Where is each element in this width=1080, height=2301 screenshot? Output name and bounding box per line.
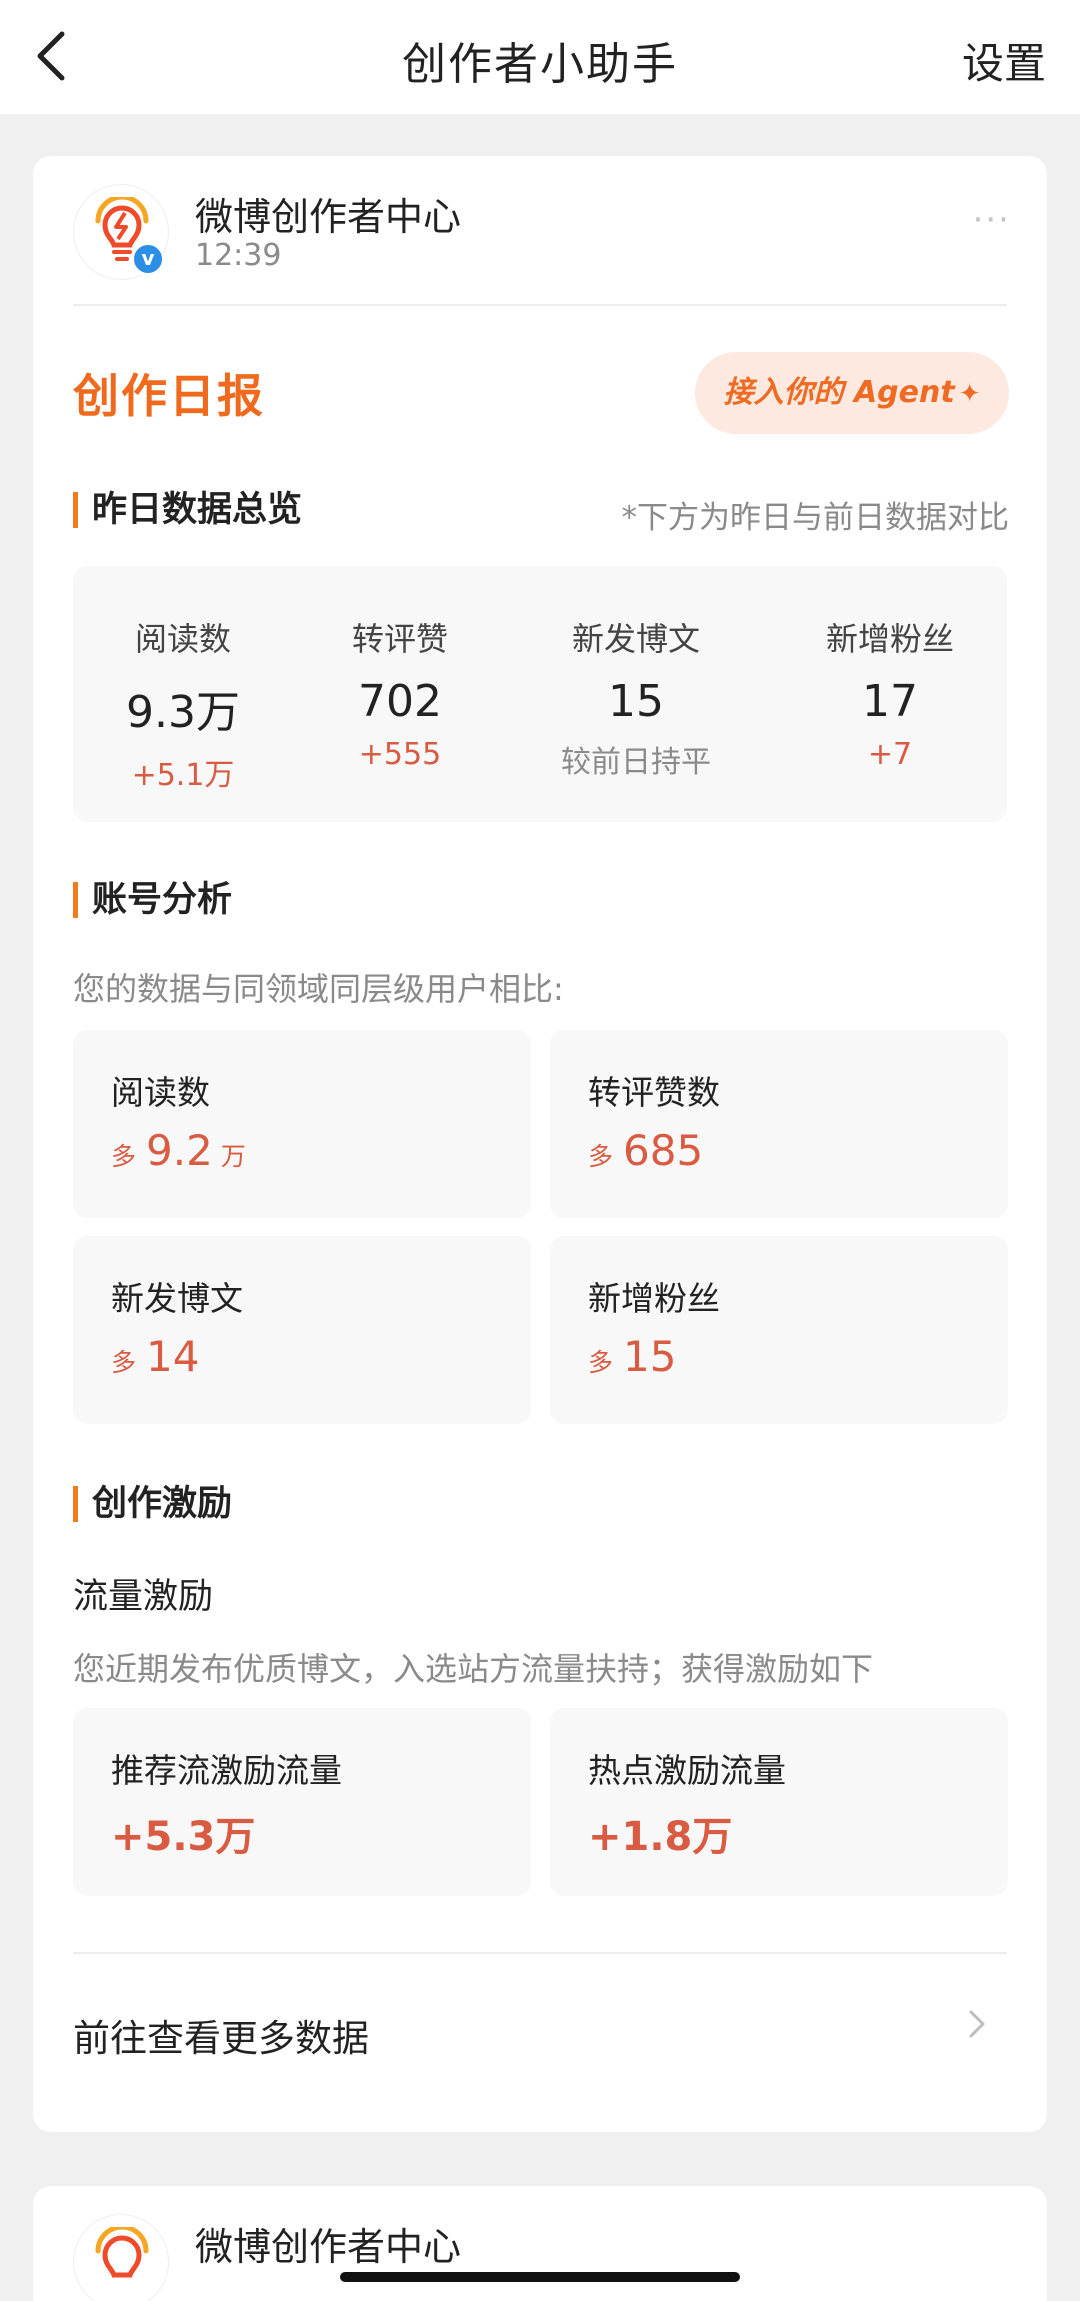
daily-report-card: v 微博创作者中心 12:39 ··· 创作日报 接入你的 Agent ✦ 昨日数… xyxy=(33,156,1047,2132)
analysis-card-new-posts: 新发博文 多 14 xyxy=(73,1236,531,1424)
metric-number: 14 xyxy=(146,1332,200,1381)
analysis-card-reads: 阅读数 多 9.2 万 xyxy=(73,1030,531,1218)
stat-value: 702 xyxy=(358,676,442,727)
divider xyxy=(73,1952,1007,1954)
stat-value: 15 xyxy=(608,676,664,727)
metric-value: +1.8万 xyxy=(588,1804,732,1862)
stat-value: 17 xyxy=(862,676,918,727)
connect-agent-button[interactable]: 接入你的 Agent ✦ xyxy=(695,352,1009,434)
metric-number: 9.2 xyxy=(146,1126,213,1175)
metric-value: 多 9.2 万 xyxy=(111,1126,246,1175)
incentive-note: 您近期发布优质博文，入选站方流量扶持；获得激励如下 xyxy=(73,1650,874,1688)
metric-unit: 万 xyxy=(220,1142,246,1171)
analysis-card-engagement: 转评赞数 多 685 xyxy=(550,1030,1008,1218)
account-name[interactable]: 微博创作者中心 xyxy=(195,2216,461,2271)
metric-label: 新增粉丝 xyxy=(588,1279,720,1318)
metric-value: 多 685 xyxy=(588,1126,703,1175)
stat-new-posts: 新发博文 15 较前日持平 xyxy=(526,566,746,781)
stat-reads: 阅读数 9.3万 +5.1万 xyxy=(73,566,293,794)
stat-label: 转评赞 xyxy=(351,620,448,658)
overview-section-title: 昨日数据总览 xyxy=(73,492,302,528)
metric-number: 685 xyxy=(623,1126,704,1175)
metric-label: 阅读数 xyxy=(111,1073,210,1112)
stat-label: 新增粉丝 xyxy=(825,620,954,658)
more-options-icon[interactable]: ··· xyxy=(973,200,1011,240)
metric-label: 推荐流激励流量 xyxy=(111,1751,342,1790)
top-nav-bar: 创作者小助手 设置 xyxy=(0,0,1080,114)
avatar[interactable] xyxy=(73,2214,169,2301)
stat-label: 阅读数 xyxy=(134,620,231,658)
metric-number: +1.8万 xyxy=(588,1814,733,1860)
metric-number: 15 xyxy=(623,1332,677,1381)
incentive-card-recommend: 推荐流激励流量 +5.3万 xyxy=(73,1708,531,1896)
daily-report-title: 创作日报 xyxy=(73,369,265,423)
incentive-section-title: 创作激励 xyxy=(73,1486,232,1522)
metric-label: 新发博文 xyxy=(111,1279,243,1318)
metric-prefix: 多 xyxy=(111,1142,137,1171)
analysis-note: 您的数据与同领域同层级用户相比: xyxy=(73,970,564,1008)
overview-stats-panel: 阅读数 9.3万 +5.1万 转评赞 702 +555 新发博文 15 较前日持… xyxy=(73,566,1007,822)
metric-prefix: 多 xyxy=(111,1348,137,1377)
stat-delta: +7 xyxy=(867,737,913,772)
metric-number: +5.3万 xyxy=(111,1814,256,1860)
home-indicator[interactable] xyxy=(340,2272,740,2282)
page-title: 创作者小助手 xyxy=(402,39,678,90)
metric-value: +5.3万 xyxy=(111,1804,255,1862)
metric-label: 转评赞数 xyxy=(588,1073,720,1112)
incentive-card-hot: 热点激励流量 +1.8万 xyxy=(550,1708,1008,1896)
verified-badge-icon: v xyxy=(131,242,165,276)
metric-value: 多 14 xyxy=(111,1332,199,1381)
stat-new-followers: 新增粉丝 17 +7 xyxy=(780,566,1000,772)
chevron-right-icon[interactable] xyxy=(965,2004,989,2048)
stat-engagement: 转评赞 702 +555 xyxy=(290,566,510,772)
traffic-incentive-subtitle: 流量激励 xyxy=(73,1577,214,1617)
analysis-section-title: 账号分析 xyxy=(73,882,232,918)
overview-note: *下方为昨日与前日数据对比 xyxy=(621,500,1010,536)
metric-prefix: 多 xyxy=(588,1142,614,1171)
sparkle-icon: ✦ xyxy=(958,379,981,409)
next-message-card: 微博创作者中心 xyxy=(33,2186,1047,2301)
metric-prefix: 多 xyxy=(588,1348,614,1377)
settings-button[interactable]: 设置 xyxy=(962,30,1046,91)
analysis-card-new-followers: 新增粉丝 多 15 xyxy=(550,1236,1008,1424)
stat-delta: +555 xyxy=(358,737,442,772)
more-data-link[interactable]: 前往查看更多数据 xyxy=(73,2008,369,2062)
stat-delta: +5.1万 xyxy=(131,758,235,793)
stat-delta: 较前日持平 xyxy=(561,745,711,780)
connect-agent-label: 接入你的 Agent xyxy=(723,375,955,410)
account-name[interactable]: 微博创作者中心 xyxy=(195,186,461,241)
divider xyxy=(73,304,1007,306)
metric-label: 热点激励流量 xyxy=(588,1751,786,1790)
stat-value: 9.3万 xyxy=(126,687,240,738)
metric-value: 多 15 xyxy=(588,1332,676,1381)
lightbulb-logo-icon xyxy=(95,2227,149,2278)
post-time: 12:39 xyxy=(195,238,282,273)
stat-label: 新发博文 xyxy=(571,620,700,658)
